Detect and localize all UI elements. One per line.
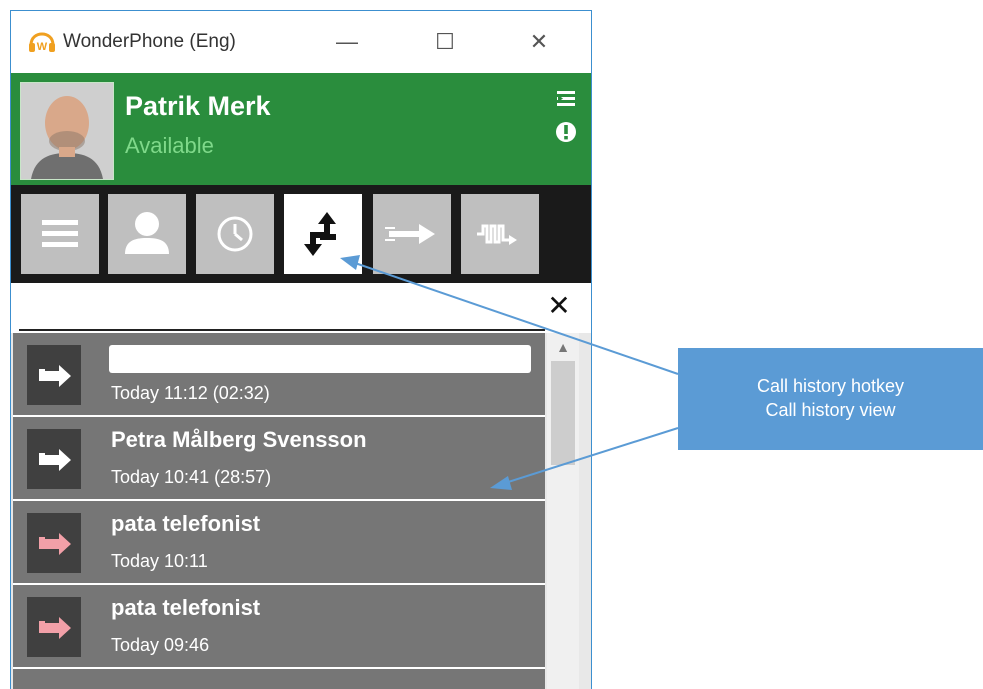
clear-search-button[interactable]: ✕ (545, 289, 573, 323)
annotation-callout: Call history hotkey Call history view (678, 348, 983, 450)
tab-voicemail[interactable] (461, 194, 539, 274)
alert-icon[interactable] (555, 121, 577, 143)
caller-name: Petra Målberg Svensson (111, 427, 367, 452)
tab-call-history[interactable] (284, 194, 362, 274)
call-history-list: Today 11:12 (02:32) Petra Målberg Svenss… (11, 333, 591, 689)
missed-call-icon (27, 597, 81, 657)
contact-icon (125, 212, 169, 254)
tab-forward[interactable] (373, 194, 451, 274)
tab-recent[interactable] (196, 194, 274, 274)
outgoing-call-icon (27, 345, 81, 405)
menu-icon (42, 220, 78, 247)
voicemail-icon (477, 224, 517, 245)
search-input[interactable] (19, 289, 545, 331)
caller-name: pata telefonist (111, 595, 261, 620)
app-window: W WonderPhone (Eng) — ☐ ✕ Patrik Merk Av… (10, 10, 592, 689)
list-item[interactable]: pata telefonist Today 09:46 (13, 585, 545, 669)
scroll-up-icon[interactable]: ▲ (547, 333, 579, 361)
avatar[interactable] (20, 82, 114, 180)
call-time: Today 10:11 (111, 551, 208, 571)
title-bar[interactable]: W WonderPhone (Eng) — ☐ ✕ (11, 11, 591, 73)
menu-list-icon[interactable] (555, 89, 577, 111)
minimize-button[interactable]: — (327, 25, 367, 59)
missed-call-icon (27, 513, 81, 573)
maximize-button[interactable]: ☐ (425, 25, 465, 59)
clock-icon (217, 216, 253, 252)
scrollbar[interactable]: ▲ (547, 333, 579, 689)
call-history-icon (304, 212, 336, 256)
list-item[interactable] (13, 669, 545, 689)
user-status[interactable]: Available (125, 133, 214, 159)
list-item[interactable]: Petra Målberg Svensson Today 10:41 (28:5… (13, 417, 545, 501)
user-photo-icon (21, 83, 113, 179)
window-title: WonderPhone (Eng) (63, 31, 236, 52)
call-time: Today 10:41 (28:57) (111, 467, 272, 487)
user-header: Patrik Merk Available (11, 73, 591, 185)
outgoing-call-icon (27, 429, 81, 489)
scroll-thumb[interactable] (551, 361, 575, 465)
forward-icon (385, 224, 435, 244)
list-item[interactable]: pata telefonist Today 10:11 (13, 501, 545, 585)
call-time: Today 09:46 (111, 635, 210, 655)
callout-line-2: Call history view (765, 400, 896, 420)
list-item[interactable]: Today 11:12 (02:32) (13, 333, 545, 417)
tab-menu[interactable] (21, 194, 99, 274)
callout-line-1: Call history hotkey (756, 376, 905, 396)
search-bar: ✕ (11, 283, 591, 333)
call-time: Today 11:12 (02:32) (111, 383, 270, 403)
redacted-name (109, 345, 531, 373)
tab-contacts[interactable] (108, 194, 186, 274)
close-button[interactable]: ✕ (519, 25, 559, 59)
user-name: Patrik Merk (125, 91, 271, 121)
navigation-toolbar (11, 185, 591, 283)
caller-name: pata telefonist (111, 511, 261, 536)
wonderphone-logo-icon: W (29, 32, 55, 53)
svg-text:W: W (37, 41, 48, 53)
